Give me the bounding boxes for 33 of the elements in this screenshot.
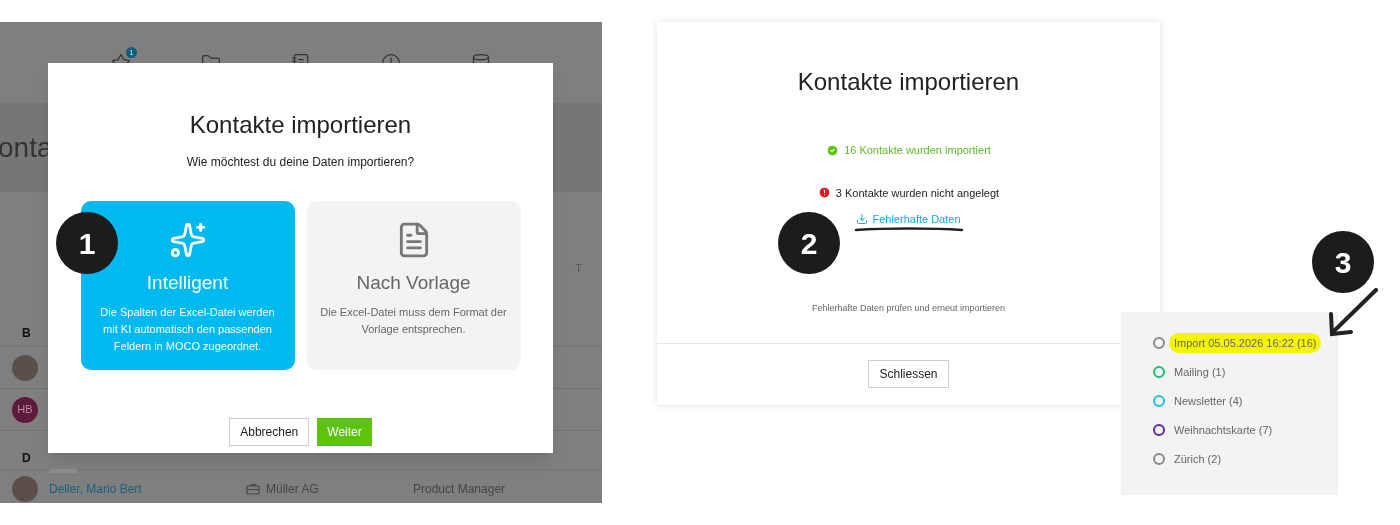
sparkles-icon: [168, 221, 207, 259]
cancel-button[interactable]: Abbrechen: [229, 418, 310, 446]
success-message: 16 Kontakte wurden importiert: [844, 143, 991, 158]
option-description: Die Excel-Datei muss dem Format der Vorlage entsprechen.: [319, 304, 508, 337]
section-letter: B: [22, 326, 31, 340]
company-name: Müller AG: [266, 481, 319, 498]
arrow-drawing: [1327, 288, 1379, 338]
check-icon: [826, 143, 840, 157]
tag-label[interactable]: Mailing (1): [1169, 361, 1231, 383]
dialog-title: Kontakte importieren: [189, 110, 412, 140]
hint-text: Fehlerhafte Daten prüfen und erneut importieren: [811, 301, 1006, 315]
job-title: Product Manager: [413, 481, 506, 498]
error-message: 3 Kontakte wurden nicht angelegt: [835, 185, 1000, 201]
option-title: Intelligent: [146, 271, 229, 295]
tag-label[interactable]: Weihnachtskarte (7): [1169, 419, 1278, 441]
option-title: Nach Vorlage: [356, 271, 471, 295]
initials-avatar: HB: [12, 396, 38, 423]
option-description: Die Spalten der Excel-Datei werden mit KI automatisch den passenden Feldern in MOCO zugeordnet.: [99, 304, 276, 354]
tag-label[interactable]: Newsletter (4): [1169, 390, 1248, 412]
download-link[interactable]: Fehlerhafte Daten: [856, 211, 961, 228]
briefcase-icon: [246, 483, 260, 495]
dialog-subtitle: Wie möchtest du deine Daten importieren?: [186, 154, 415, 171]
close-button[interactable]: Schliessen: [868, 360, 949, 388]
section-letter: D: [22, 451, 31, 465]
avatar-placeholder: [12, 476, 38, 502]
tag-label[interactable]: Import 05.05.2026 16:22 (16): [1169, 332, 1322, 354]
error-icon: [817, 186, 831, 200]
tag-label[interactable]: Zürich (2): [1169, 448, 1227, 470]
download-icon: [856, 213, 869, 226]
import-option-card[interactable]: Nach Vorlage Die Excel-Datei muss dem Format der Vorlage entsprechen.: [306, 201, 521, 370]
step-number-badge: 3: [1312, 231, 1374, 293]
dialog-title: Kontakte importieren: [797, 67, 1020, 97]
avatar-placeholder: [12, 354, 38, 381]
